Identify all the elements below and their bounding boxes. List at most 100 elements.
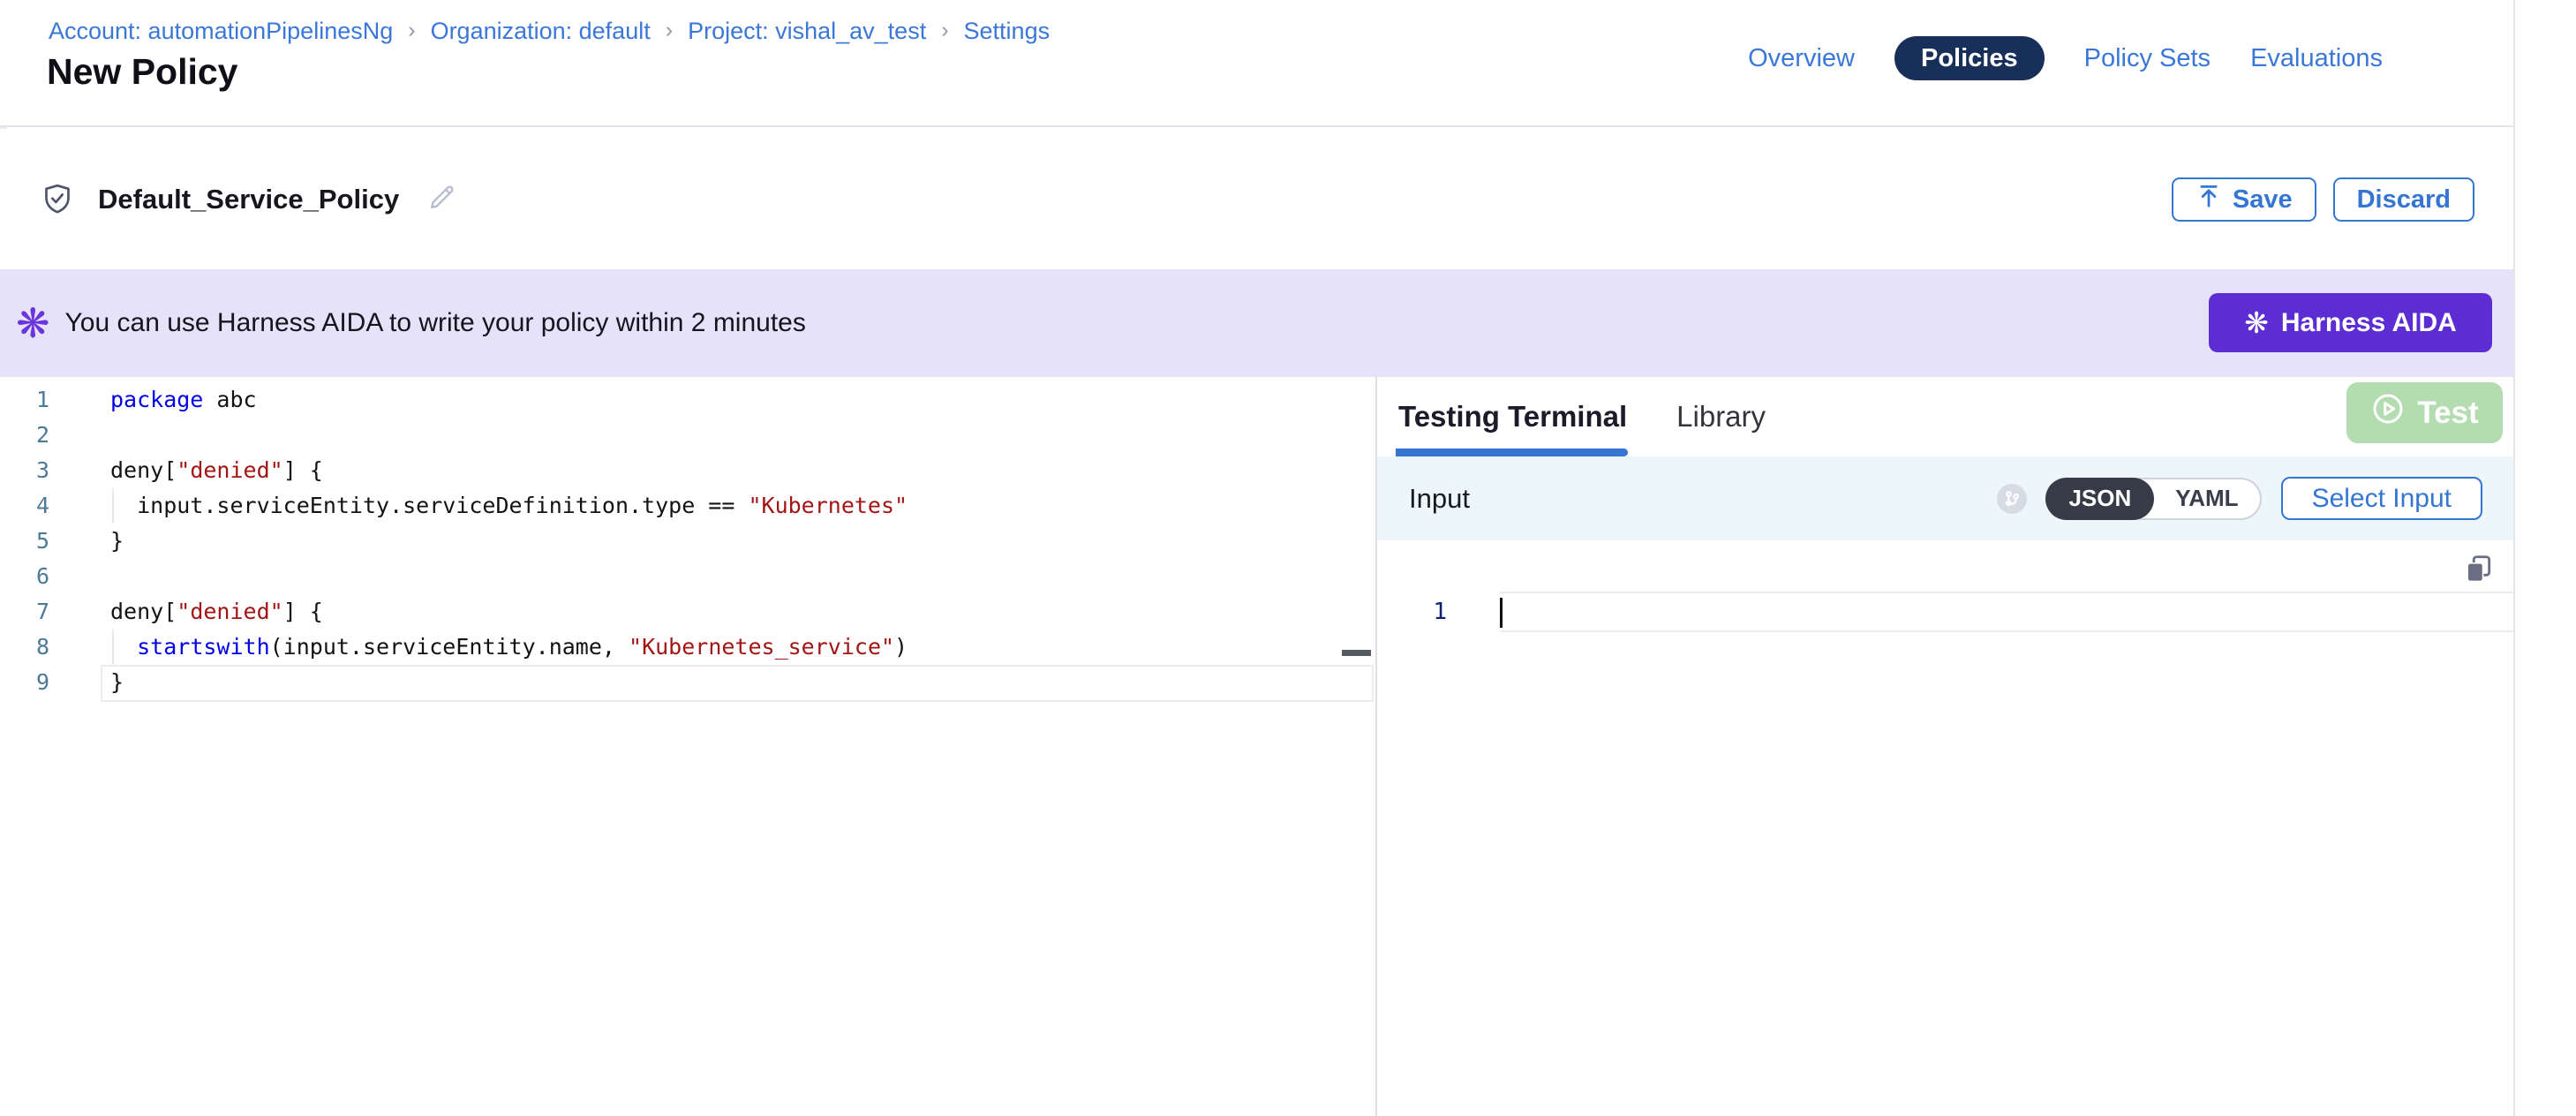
code-token: package <box>110 387 203 412</box>
aida-flower-icon-white: ❋ <box>2244 308 2269 337</box>
testing-terminal-panel: Testing Terminal Library Test Input <box>1377 377 2513 1116</box>
discard-button-label: Discard <box>2357 185 2451 215</box>
line-number: 4 <box>0 488 49 524</box>
line-number: 1 <box>0 382 49 418</box>
toggle-option-json[interactable]: JSON <box>2045 478 2154 520</box>
code-line[interactable]: 2 <box>0 418 1375 453</box>
header-nav: Overview Policies Policy Sets Evaluations <box>1748 36 2383 80</box>
code-token: startswith <box>137 634 270 660</box>
code-token: "Kubernetes_service" <box>629 634 894 660</box>
code-line[interactable]: 3 deny["denied"] { <box>0 453 1375 488</box>
code-token: input.serviceEntity.serviceDefinition.ty… <box>110 493 748 518</box>
breadcrumb-item[interactable]: Project: vishal_av_test <box>688 18 926 45</box>
code-line-content: package abc <box>110 382 257 418</box>
policy-name-row: Default_Service_Policy Save Discard <box>0 129 2513 269</box>
nav-evaluations[interactable]: Evaluations <box>2250 36 2383 80</box>
code-line[interactable]: 7 deny["denied"] { <box>0 594 1375 630</box>
breadcrumb-item[interactable]: Organization: default <box>431 18 651 45</box>
breadcrumb-separator: › <box>666 18 673 43</box>
code-line[interactable]: 4 input.serviceEntity.serviceDefinition.… <box>0 488 1375 524</box>
code-line[interactable]: 8 startswith(input.serviceEntity.name, "… <box>0 630 1375 665</box>
input-line-number: 1 <box>1377 592 1500 632</box>
test-button-label: Test <box>2417 396 2478 431</box>
harness-aida-button-label: Harness AIDA <box>2281 308 2457 338</box>
nav-policies[interactable]: Policies <box>1894 36 2045 80</box>
input-editor-line[interactable]: 1 <box>1377 592 2513 632</box>
shield-check-icon <box>40 182 75 217</box>
terminal-tabs-row: Testing Terminal Library Test <box>1377 377 2513 456</box>
active-tab-underline <box>1396 449 1628 456</box>
format-toggle: JSONYAML <box>2045 478 2261 520</box>
tab-library[interactable]: Library <box>1676 400 1766 434</box>
breadcrumb-item[interactable]: Settings <box>964 18 1051 45</box>
code-token: } <box>110 528 124 554</box>
line-number: 6 <box>0 559 49 594</box>
code-line-content: input.serviceEntity.serviceDefinition.ty… <box>110 488 908 524</box>
line-number: 2 <box>0 418 49 453</box>
policy-name: Default_Service_Policy <box>98 184 399 215</box>
code-token: (input.serviceEntity.name, <box>270 634 629 660</box>
save-button[interactable]: Save <box>2172 177 2316 222</box>
terminal-tabs: Testing Terminal Library <box>1398 377 1766 456</box>
discard-button[interactable]: Discard <box>2333 177 2474 222</box>
code-line[interactable]: 9} <box>0 665 1375 700</box>
line-number: 3 <box>0 453 49 488</box>
text-cursor <box>1500 598 1503 628</box>
page-title: New Policy <box>47 51 237 93</box>
code-line-content: startswith(input.serviceEntity.name, "Ku… <box>110 630 908 665</box>
edit-pencil-icon[interactable] <box>426 180 459 218</box>
code-token: "Kubernetes" <box>748 493 908 518</box>
line-number: 5 <box>0 524 49 559</box>
nav-overview[interactable]: Overview <box>1748 36 1855 80</box>
overview-ruler-mark <box>1342 650 1371 656</box>
main-content: 1package abc23deny["denied"] {4 input.se… <box>0 377 2576 1116</box>
code-line[interactable]: 6 <box>0 559 1375 594</box>
line-number: 9 <box>0 665 49 700</box>
tab-testing-terminal[interactable]: Testing Terminal <box>1398 400 1627 434</box>
save-button-label: Save <box>2233 185 2293 215</box>
upload-arrow-icon <box>2196 183 2222 216</box>
select-input-label: Select Input <box>2312 484 2452 514</box>
breadcrumb-separator: › <box>408 18 415 43</box>
test-button[interactable]: Test <box>2346 382 2503 443</box>
policy-actions: Save Discard <box>2172 177 2474 222</box>
input-line-content[interactable] <box>1500 592 2513 632</box>
input-editor[interactable]: 1 <box>1377 540 2513 1116</box>
code-token: ] { <box>283 457 323 483</box>
line-number: 7 <box>0 594 49 630</box>
input-controls: JSONYAML Select Input <box>1997 477 2482 520</box>
code-token: deny[ <box>110 599 177 624</box>
input-label: Input <box>1409 483 1470 515</box>
copy-icon[interactable] <box>2461 553 2495 591</box>
breadcrumb-separator: › <box>941 18 948 43</box>
code-line-content: } <box>110 524 124 559</box>
harness-aida-button[interactable]: ❋ Harness AIDA <box>2209 293 2492 352</box>
code-token: ) <box>894 634 908 660</box>
page-header: Account: automationPipelinesNg › Organizat… <box>0 0 2513 127</box>
nav-policy-sets[interactable]: Policy Sets <box>2084 36 2211 80</box>
aida-flower-icon: ❋ <box>16 303 50 343</box>
line-number: 8 <box>0 630 49 665</box>
policy-code-editor[interactable]: 1package abc23deny["denied"] {4 input.se… <box>0 377 1375 1116</box>
code-line[interactable]: 5} <box>0 524 1375 559</box>
code-token: ] { <box>283 599 323 624</box>
code-line[interactable]: 1 package abc <box>0 382 1375 418</box>
code-token: deny[ <box>110 457 177 483</box>
play-circle-icon <box>2370 391 2406 434</box>
code-lines: 1package abc23deny["denied"] {4 input.se… <box>0 382 1375 700</box>
code-token: "denied" <box>177 599 282 624</box>
code-token: "denied" <box>177 457 282 483</box>
toggle-option-yaml[interactable]: YAML <box>2154 478 2259 520</box>
branch-icon <box>1997 484 2027 514</box>
aida-banner: ❋ You can use Harness AIDA to write your… <box>0 269 2513 377</box>
new-policy-page: Account: automationPipelinesNg › Organizat… <box>0 0 2576 1116</box>
select-input-button[interactable]: Select Input <box>2281 477 2482 520</box>
code-line-content: } <box>110 665 124 700</box>
code-token <box>110 634 137 660</box>
code-token: } <box>110 669 124 695</box>
breadcrumb: Account: automationPipelinesNg › Organizat… <box>49 18 1050 45</box>
breadcrumb-item[interactable]: Account: automationPipelinesNg <box>49 18 393 45</box>
aida-banner-message: You can use Harness AIDA to write your p… <box>65 308 806 338</box>
code-token: abc <box>203 387 256 412</box>
code-line-content: deny["denied"] { <box>110 453 323 488</box>
